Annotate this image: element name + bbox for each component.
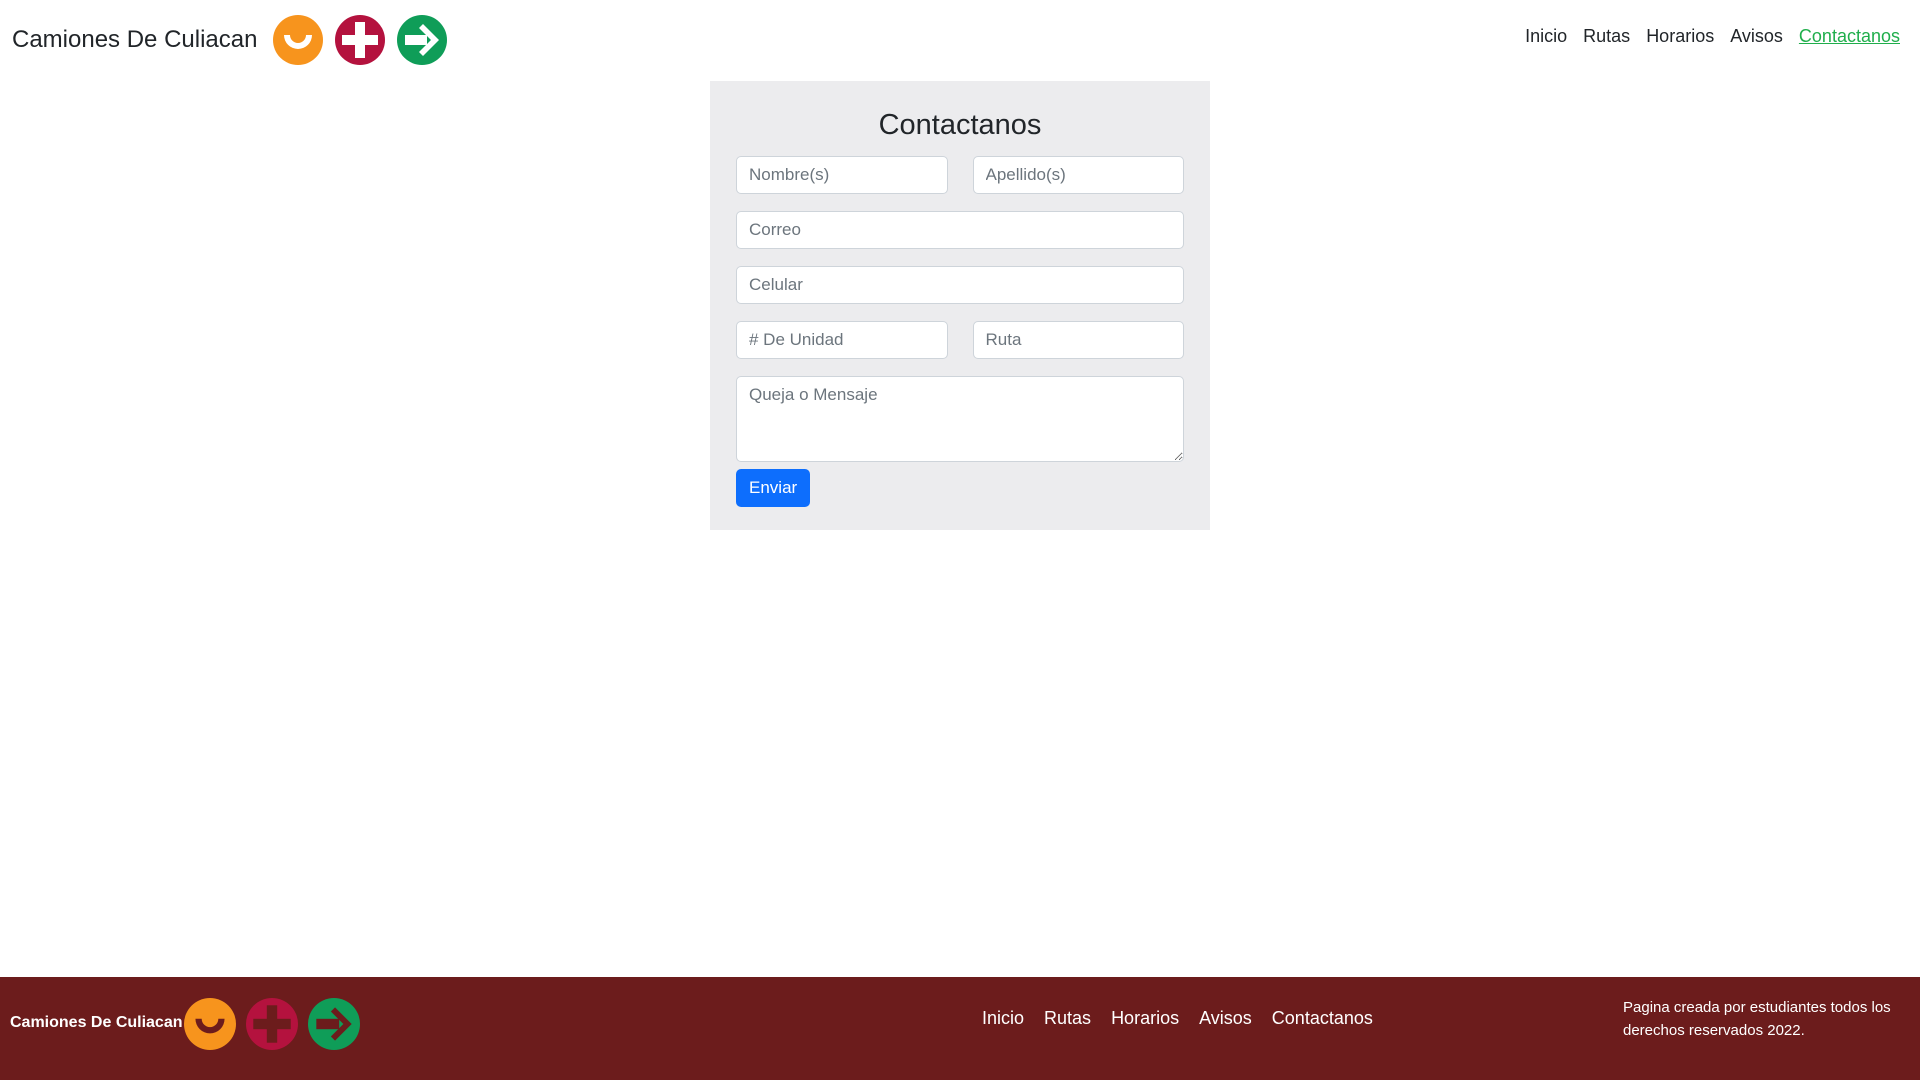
footer-link-rutas[interactable]: Rutas <box>1044 1008 1091 1029</box>
footer: Camiones De Culiacan Inicio Rutas Horari… <box>0 977 1920 1080</box>
footer-link-contactanos[interactable]: Contactanos <box>1272 1008 1373 1029</box>
correo-input[interactable] <box>736 211 1184 249</box>
red-plus-icon <box>246 998 298 1050</box>
mensaje-textarea[interactable] <box>736 376 1184 462</box>
nav-link-contactanos[interactable]: Contactanos <box>1799 26 1900 47</box>
unidad-input[interactable] <box>736 321 948 359</box>
brand-logos <box>273 15 459 65</box>
footer-link-avisos[interactable]: Avisos <box>1199 1008 1252 1029</box>
brand-title[interactable]: Camiones De Culiacan <box>12 26 257 54</box>
footer-brand: Camiones De Culiacan <box>10 1014 183 1031</box>
footer-logos <box>184 998 370 1050</box>
footer-link-inicio[interactable]: Inicio <box>982 1008 1024 1029</box>
contact-form-card: Contactanos Enviar <box>710 81 1210 530</box>
form-title: Contactanos <box>878 109 1042 141</box>
nav-link-inicio[interactable]: Inicio <box>1525 26 1567 47</box>
footer-copyright: Pagina creada por estudiantes todos los … <box>1623 999 1891 1039</box>
nombre-input[interactable] <box>736 156 948 194</box>
nav-link-horarios[interactable]: Horarios <box>1646 26 1714 47</box>
apellido-input[interactable] <box>972 156 1184 194</box>
enviar-button[interactable]: Enviar <box>736 469 811 507</box>
orange-smile-icon <box>273 15 324 65</box>
orange-smile-icon <box>184 998 236 1050</box>
nav-link-rutas[interactable]: Rutas <box>1583 26 1630 47</box>
green-arrow-icon <box>397 15 448 65</box>
green-arrow-icon <box>308 998 360 1050</box>
ruta-input[interactable] <box>972 321 1184 359</box>
footer-link-horarios[interactable]: Horarios <box>1111 1008 1179 1029</box>
nav-link-avisos[interactable]: Avisos <box>1730 26 1783 47</box>
navbar: Camiones De Culiacan Inicio Rutas Horari… <box>0 0 1920 80</box>
nav-links: Inicio Rutas Horarios Avisos Contactanos <box>1525 26 1900 47</box>
red-plus-icon <box>335 15 386 65</box>
footer-links: Inicio Rutas Horarios Avisos Contactanos <box>982 1008 1373 1029</box>
celular-input[interactable] <box>736 266 1184 304</box>
